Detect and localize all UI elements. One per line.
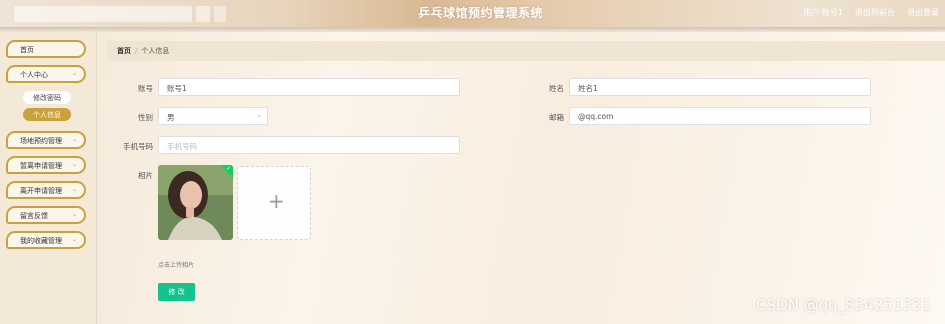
sidebar-subitem-change-password[interactable]: 修改密码 [23,91,71,104]
plus-icon: + [268,189,285,213]
phone-input[interactable]: 手机号码 [158,136,460,154]
name-label: 姓名 [549,84,564,93]
header-shadow [0,27,945,32]
chevron-down-icon: ⌄ [256,111,262,119]
sidebar-subitem-personal-info[interactable]: 个人信息 [23,108,71,121]
profile-photo[interactable]: ✓ [158,165,233,240]
sidebar-item-label: 首页 [20,46,34,54]
gender-select[interactable]: 男 ⌄ [158,107,268,125]
check-icon: ✓ [225,165,231,172]
phone-label: 手机号码 [123,142,153,151]
chevron-down-icon: ⌄ [71,161,77,168]
account-label: 账号 [138,84,153,93]
sidebar-item-favorites[interactable]: 我的收藏管理 ⌄ [6,231,86,249]
sidebar-item-label: 离开申请管理 [20,187,62,195]
gender-select-value: 男 [167,113,175,122]
breadcrumb-home[interactable]: 首页 [117,47,131,55]
watermark: CSDN @qq_834251331 [756,296,931,314]
submit-button[interactable]: 修 改 [158,283,195,301]
front-page-link[interactable]: 退出到前台 [855,7,895,18]
sidebar-item-feedback[interactable]: 留言反馈 ⌄ [6,206,86,224]
name-input[interactable]: 姓名1 [569,78,871,96]
app-title: 乒乓球馆预约管理系统 [418,6,544,20]
photo-upload-button[interactable]: + [237,166,311,240]
email-input[interactable]: @qq.com [569,107,871,125]
chevron-down-icon: ⌄ [71,70,77,77]
sidebar-item-personal-center[interactable]: 个人中心 ⌄ [6,65,86,83]
brand-decoration [196,6,210,22]
chevron-down-icon: ⌄ [71,186,77,193]
breadcrumb-separator: / [135,47,138,55]
breadcrumb: 首页 / 个人信息 [117,46,169,56]
breadcrumb-bar [107,41,945,61]
logout-link[interactable]: 退出登录 [907,7,939,18]
header-links: 用户 账号1 退出到前台 退出登录 [803,7,939,18]
sidebar-item-temp-leave[interactable]: 暂离申请管理 ⌄ [6,156,86,174]
chevron-down-icon: ⌄ [71,236,77,243]
account-input[interactable]: 账号1 [158,78,460,96]
photo-label: 相片 [138,171,153,180]
breadcrumb-current: 个人信息 [141,47,170,55]
top-header: 乒乓球馆预约管理系统 用户 账号1 退出到前台 退出登录 [0,0,945,27]
profile-photo-image [158,165,233,240]
sidebar-item-label: 场地预约管理 [20,137,62,145]
sidebar-item-court-booking[interactable]: 场地预约管理 ⌄ [6,131,86,149]
brand-logo-area [14,6,192,22]
brand-decoration [214,6,226,22]
sidebar-item-label: 个人中心 [20,71,48,79]
chevron-down-icon: ⌄ [71,136,77,143]
email-label: 邮箱 [549,113,564,122]
gender-label: 性别 [138,113,153,122]
upload-hint: 点击上传相片 [158,262,195,269]
sidebar-item-label: 暂离申请管理 [20,162,62,170]
sidebar-item-label: 我的收藏管理 [20,237,62,245]
current-user-label: 用户 账号1 [803,8,843,17]
chevron-down-icon: ⌄ [71,211,77,218]
sidebar-item-label: 留言反馈 [20,212,48,220]
sidebar-item-leave-request[interactable]: 离开申请管理 ⌄ [6,181,86,199]
sidebar-item-home[interactable]: 首页 [6,40,86,58]
